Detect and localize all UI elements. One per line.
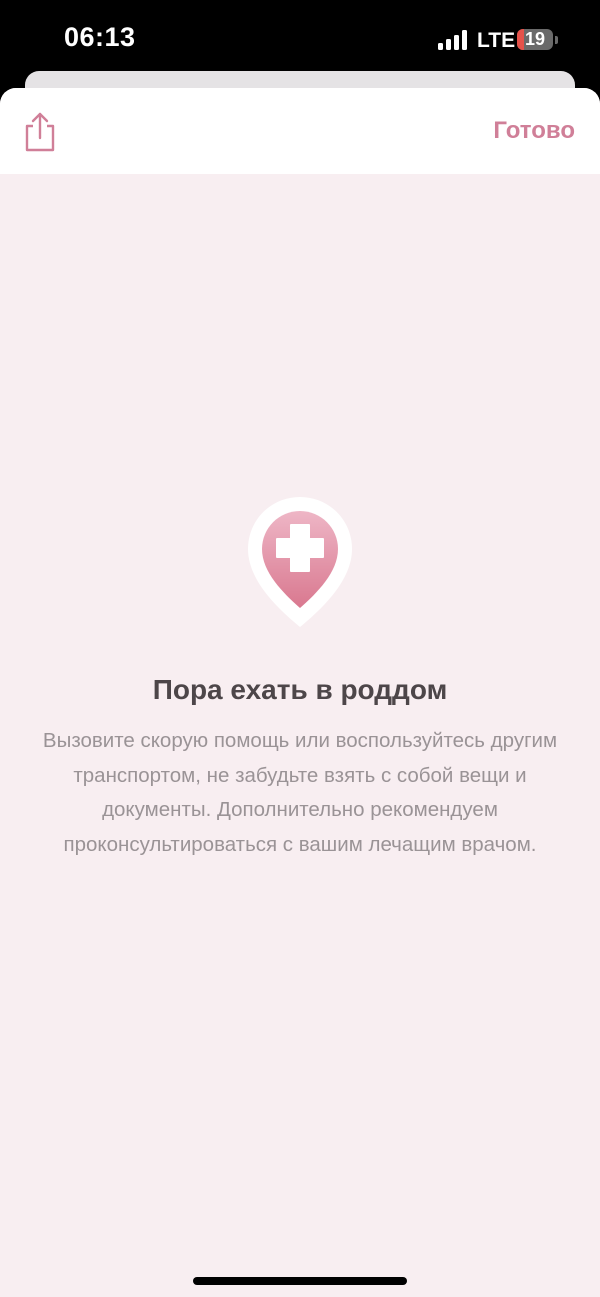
sheet-header: Готово bbox=[0, 88, 600, 174]
hospital-location-pin-icon bbox=[244, 494, 356, 630]
status-time: 06:13 bbox=[64, 22, 136, 52]
status-bar: 06:13 LTE 19 bbox=[0, 0, 600, 80]
battery-icon: 19 bbox=[517, 29, 553, 50]
battery-cap bbox=[555, 36, 558, 44]
page-title: Пора ехать в роддом bbox=[152, 674, 448, 705]
battery-level: 19 bbox=[524, 29, 546, 49]
cellular-signal-icon bbox=[438, 30, 468, 50]
home-indicator[interactable] bbox=[193, 1277, 407, 1285]
network-type: LTE bbox=[477, 29, 516, 52]
share-icon bbox=[25, 112, 55, 152]
description-text: Вызовите скорую помощь или воспользуйтес… bbox=[42, 729, 558, 856]
share-button[interactable] bbox=[22, 110, 58, 152]
modal-sheet: Готово Пора ехать в роддом Вызовите скор… bbox=[0, 88, 600, 1297]
done-button[interactable]: Готово bbox=[493, 117, 575, 145]
